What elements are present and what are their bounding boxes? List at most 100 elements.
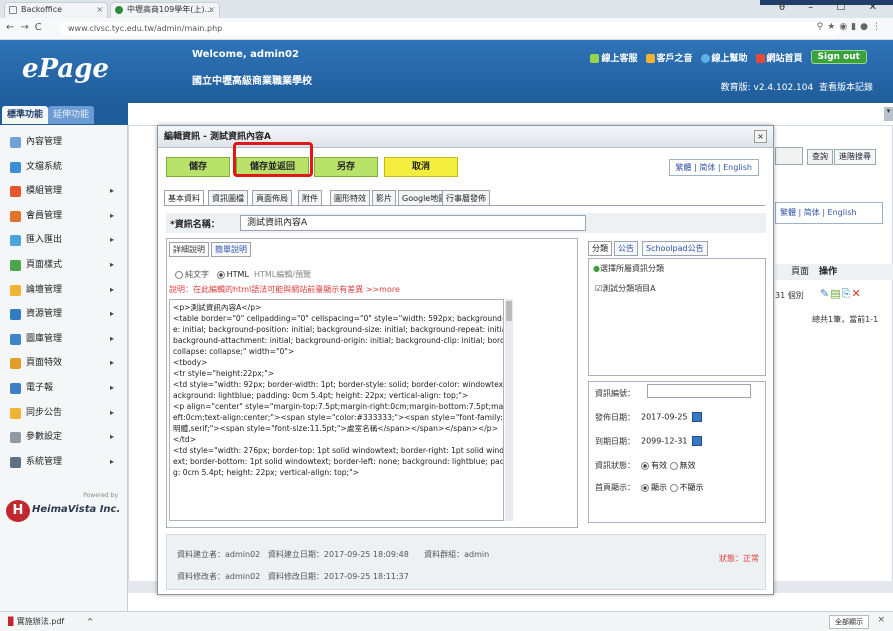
category-item[interactable]: ☑測試分類項目A [595, 283, 656, 294]
bg-input[interactable] [775, 147, 803, 165]
sidebar-item-0[interactable]: 內容管理 [0, 130, 128, 154]
sidebar-item-label: 頁面特效 [26, 358, 63, 369]
tab-0[interactable]: 基本資料 [164, 190, 204, 206]
radio-show [641, 483, 649, 492]
title-label: *資訊名稱： [170, 220, 220, 230]
show-all-button[interactable]: 全部顯示 [829, 615, 869, 629]
expire-date[interactable]: 2099-12-31 [641, 436, 702, 446]
extension-icons[interactable]: ⚲★◉▮●⋮ [817, 22, 885, 32]
link-online-service[interactable]: 線上客服 [590, 51, 638, 64]
title-input[interactable]: 測試資訊內容A [240, 215, 586, 231]
link-customer-voice[interactable]: 客戶之音 [645, 51, 693, 64]
tab-label: Backoffice [21, 5, 63, 14]
category-label[interactable]: ●選擇所屬資訊分類 [593, 263, 664, 274]
cancel-button[interactable]: 取消 [384, 157, 458, 177]
sidebar-item-12[interactable]: 參數設定 ▸ [0, 425, 128, 449]
state-radios[interactable]: 有效 無效 [641, 460, 696, 471]
downloads-bar: ▉ 實施辦法.pdf ^ 全部顯示 × [0, 611, 893, 631]
code-line: <tbody> [173, 358, 208, 367]
chevron-right-icon: ▸ [109, 333, 114, 343]
url-field[interactable]: www.clvsc.tyc.edu.tw/admin/main.php [60, 22, 840, 36]
link-site-home[interactable]: 網站首頁 [755, 51, 803, 64]
scroll-down-icon[interactable]: ▾ [884, 107, 893, 121]
tab-category[interactable]: 分類 [588, 241, 612, 256]
sidebar-item-11[interactable]: 同步公告 ▸ [0, 401, 128, 425]
status-text: 狀態：正常 [719, 554, 759, 563]
html-edit-preview-link[interactable]: HTML編輯/預覽 [254, 270, 311, 279]
tab-announcement[interactable]: 公告 [614, 241, 638, 256]
tab-7[interactable]: 行事曆發佈 [442, 190, 490, 206]
download-item[interactable]: ▉ 實施辦法.pdf ^ [8, 616, 93, 627]
tab-3[interactable]: 附件 [298, 190, 322, 206]
radio-invalid [669, 461, 678, 470]
code-line: <tr style="height:22px;"> [173, 369, 275, 378]
query-button[interactable]: 查詢 [807, 149, 833, 165]
browser-tab-school[interactable]: 中壢高商109學年(上)... × [110, 2, 220, 18]
highlight-annotation [233, 142, 313, 177]
html-hint[interactable]: 說明：在此編輯的html語法可能與網站前臺顯示有差異 >>more [169, 284, 400, 295]
publish-date[interactable]: 2017-09-25 [641, 412, 702, 422]
sidebar-item-7[interactable]: 資源管理 ▸ [0, 302, 128, 326]
tab-standard[interactable]: 標準功能 [2, 106, 49, 124]
sidebar-item-2[interactable]: 模組管理 ▸ [0, 179, 128, 203]
bg-language-selector[interactable]: 繁體 | 简体 | English [775, 202, 883, 224]
category-select-icon: ● [593, 264, 600, 273]
close-icon[interactable]: × [877, 615, 885, 625]
sidebar-item-10[interactable]: 電子報 ▸ [0, 376, 128, 400]
sidebar-item-3[interactable]: 會員管理 ▸ [0, 204, 128, 228]
gallery-icon [10, 333, 21, 345]
calendar-icon [691, 436, 702, 446]
code-line: </td> [173, 435, 197, 444]
category-box: ●選擇所屬資訊分類 ☑測試分類項目A [588, 258, 766, 376]
signout-button[interactable]: Sign out [810, 50, 867, 64]
home-radios[interactable]: 顯示 不顯示 [641, 482, 704, 493]
serial-label: 資訊編號： [595, 389, 635, 398]
tab-4[interactable]: 圖形特效 [330, 190, 370, 206]
tab-detail[interactable]: 詳細說明 [169, 242, 209, 257]
link-online-help[interactable]: 線上幫助 [700, 51, 748, 64]
tab-2[interactable]: 頁面佈局 [252, 190, 292, 206]
window-controls[interactable]: ᵔθ – ☐ ✕ [765, 2, 887, 13]
sidebar-item-1[interactable]: 文檔系統 [0, 155, 128, 179]
format-radios: 純文字 HTML HTML編輯/預覽 [175, 269, 311, 280]
tab-1[interactable]: 資訊圖檔 [208, 190, 248, 206]
sidebar-item-label: 頁面樣式 [26, 260, 63, 270]
sidebar-item-13[interactable]: 系統管理 ▸ [0, 450, 128, 474]
language-selector[interactable]: 繁體 | 简体 | English [668, 159, 759, 176]
advanced-search-button[interactable]: 進階搜尋 [834, 149, 876, 165]
tab-brief[interactable]: 簡單說明 [211, 242, 251, 257]
radio-plain[interactable] [175, 270, 183, 279]
chevron-right-icon: ▸ [109, 284, 114, 294]
sidebar-item-8[interactable]: 圖庫管理 ▸ [0, 327, 128, 351]
version-log-link[interactable]: 查看版本記錄 [819, 83, 873, 93]
close-tab-icon[interactable]: × [96, 3, 103, 17]
sidebar-item-9[interactable]: 頁面特效 ▸ [0, 351, 128, 375]
close-icon[interactable]: × [754, 130, 767, 143]
tab-extended[interactable]: 延伸功能 [48, 106, 95, 124]
radio-html[interactable] [216, 270, 225, 279]
sidebar-item-4[interactable]: 匯入匯出 ▸ [0, 228, 128, 252]
code-line: ext; border-bottom: 1pt solid windowtext… [173, 457, 504, 466]
tab-5[interactable]: 影片 [372, 190, 396, 206]
sidebar-item-label: 圖庫管理 [26, 333, 63, 344]
sidebar-item-5[interactable]: 頁面樣式 ▸ [0, 253, 128, 277]
tab-schoolpad[interactable]: Schoolpad公告 [642, 241, 708, 256]
html-code-editor[interactable]: <p>測試資訊內容A</p> <table border="0" cellpadd… [169, 299, 504, 521]
nav-buttons[interactable]: ←→C [6, 22, 48, 33]
home-icon [755, 53, 765, 63]
row-action-icons[interactable]: ✎▤⎘✕ [820, 287, 862, 301]
sidebar-item-6[interactable]: 論壇管理 ▸ [0, 278, 128, 302]
save-as-button[interactable]: 另存 [314, 157, 378, 177]
code-line: 明體,serif;"><span style="font-size:11.5pt… [173, 424, 498, 433]
chevron-right-icon: ▸ [109, 260, 114, 269]
welcome-text: Welcome, admin02 [192, 49, 299, 60]
code-line: <td style="width: 276px; border-top: 1pt… [173, 446, 504, 455]
epage-logo[interactable]: ePage [22, 54, 109, 84]
code-line: background-attachment: initial; backgrou… [173, 336, 504, 345]
save-button[interactable]: 儲存 [166, 157, 230, 177]
editor-scrollbar[interactable] [505, 299, 513, 521]
scroll-thumb[interactable] [506, 301, 512, 321]
browser-tab-backoffice[interactable]: Backoffice × [4, 2, 108, 18]
close-tab-icon[interactable]: × [208, 3, 215, 17]
serial-input[interactable] [647, 384, 751, 398]
